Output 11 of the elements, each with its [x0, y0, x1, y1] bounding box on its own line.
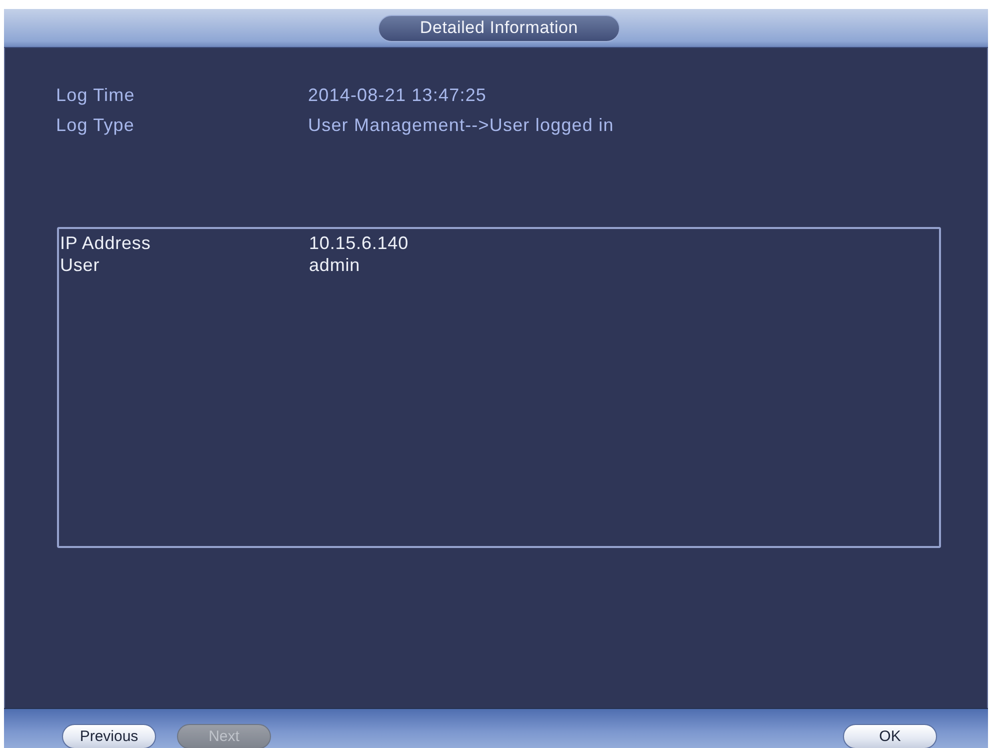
detail-value: admin	[309, 254, 362, 276]
dialog-button[interactable]: Previous	[62, 724, 156, 748]
window-title: Detailed Information	[378, 14, 620, 42]
field-value: 2014-08-21 13:47:25	[308, 84, 488, 106]
dialog-button[interactable]: OK	[843, 724, 937, 748]
detail-label: User	[60, 254, 101, 276]
detail-label: IP Address	[60, 232, 152, 254]
detail-value: 10.15.6.140	[309, 232, 408, 254]
field-label: Log Type	[56, 114, 136, 136]
field-value: User Management-->User logged in	[308, 114, 614, 136]
field-label: Log Time	[56, 84, 136, 106]
